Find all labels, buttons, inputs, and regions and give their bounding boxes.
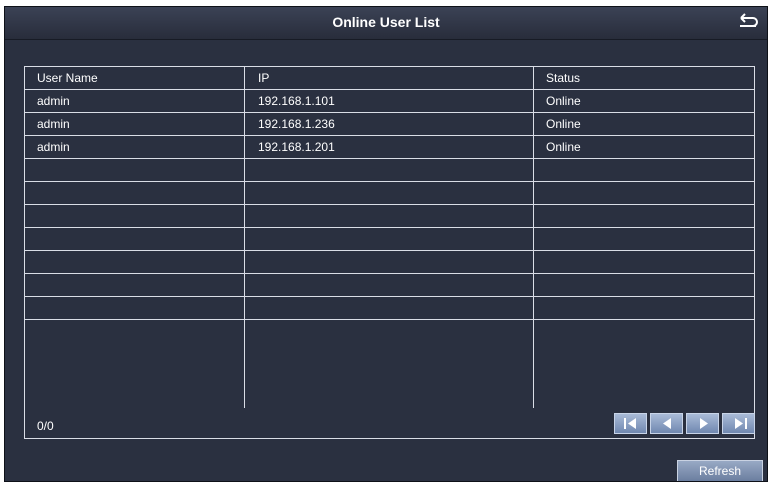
empty-table-row (25, 274, 754, 297)
user-name-cell: admin (37, 117, 70, 131)
user-name-cell: admin (37, 140, 70, 154)
table-row[interactable]: admin 192.168.1.201 Online (25, 136, 754, 159)
empty-table-row (25, 159, 754, 182)
table-row[interactable]: admin 192.168.1.236 Online (25, 113, 754, 136)
first-page-button[interactable] (614, 413, 647, 434)
online-user-list-window: Online User List User Name IP Status adm… (4, 6, 768, 482)
status-cell: Online (546, 140, 581, 154)
status-cell: Online (546, 117, 581, 131)
refresh-button[interactable]: Refresh (677, 460, 763, 481)
table-row[interactable]: admin 192.168.1.101 Online (25, 90, 754, 113)
column-header-ip: IP (258, 71, 270, 85)
empty-table-row (25, 228, 754, 251)
empty-table-row (25, 297, 754, 320)
page-counter: 0/0 (37, 419, 54, 433)
empty-table-row (25, 251, 754, 274)
next-page-button[interactable] (686, 413, 719, 434)
previous-page-button[interactable] (650, 413, 683, 434)
window-title: Online User List (332, 14, 440, 30)
ip-cell: 192.168.1.236 (258, 117, 335, 131)
status-cell: Online (546, 94, 581, 108)
empty-table-row (25, 182, 754, 205)
ip-cell: 192.168.1.201 (258, 140, 335, 154)
last-page-button[interactable] (722, 413, 755, 434)
back-arrow-icon[interactable] (737, 13, 759, 33)
empty-table-row (25, 205, 754, 228)
column-header-status: Status (546, 71, 581, 85)
title-bar: Online User List (5, 7, 767, 40)
table-header-row: User Name IP Status (25, 67, 754, 90)
user-table-panel: User Name IP Status admin 192.168.1.101 … (24, 66, 755, 439)
column-header-user-name: User Name (37, 71, 98, 85)
ip-cell: 192.168.1.101 (258, 94, 335, 108)
user-name-cell: admin (37, 94, 70, 108)
